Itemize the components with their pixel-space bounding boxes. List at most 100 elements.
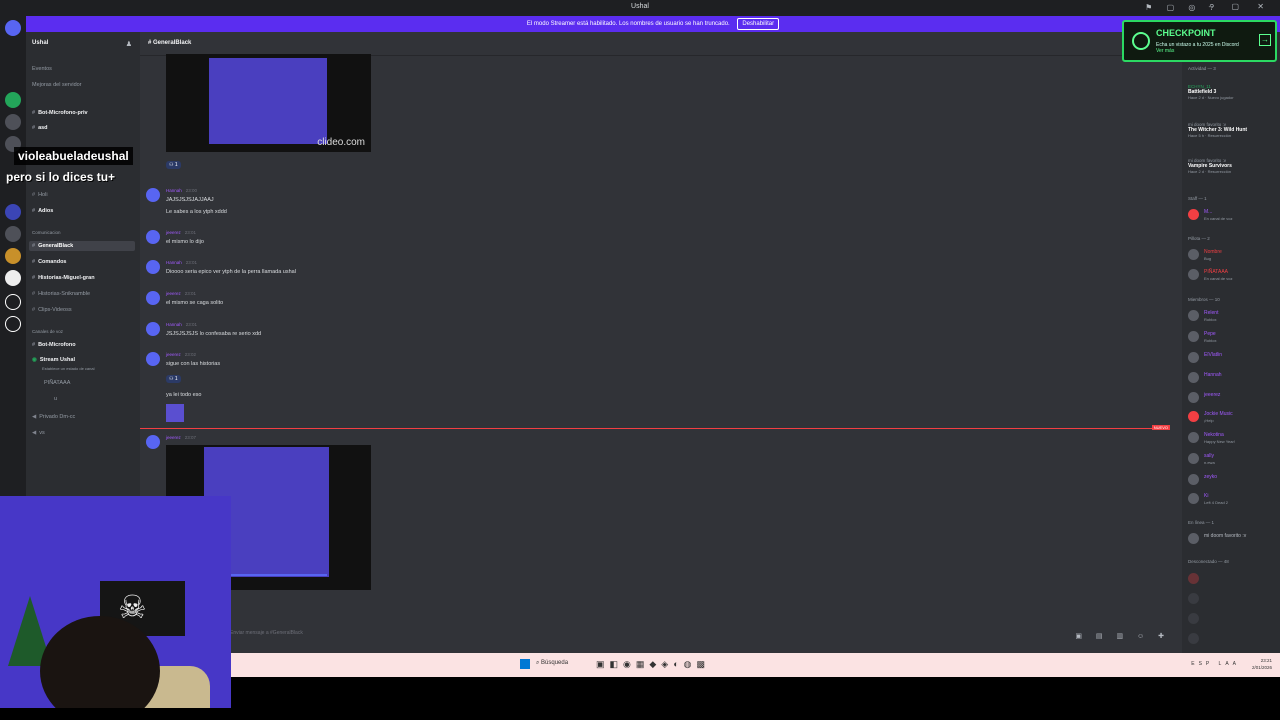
speaker-icon: ◉ xyxy=(32,357,37,363)
server-icon[interactable] xyxy=(5,92,21,108)
server-icon[interactable] xyxy=(5,114,21,130)
checkpoint-card[interactable]: CHECKPOINT Echa un vistazo a tu 2025 en … xyxy=(1122,20,1277,62)
channel-comandos[interactable]: # Comandos xyxy=(32,259,66,265)
member-row[interactable]: M... En canal de voz xyxy=(1188,208,1278,222)
channel-historias-miguel[interactable]: # Historias-Miguel-gran xyxy=(32,275,95,281)
reaction-badge[interactable]: ⚇ 1 xyxy=(166,375,181,383)
activity-card[interactable]: mi doom favorito :v The Witcher 3: Wild … xyxy=(1188,122,1278,138)
hash-icon: # xyxy=(32,125,36,131)
channel-clips[interactable]: # Clips-Videoss xyxy=(32,307,72,313)
channel-vs[interactable]: ◀ vs xyxy=(32,430,45,436)
channel-asd[interactable]: # asd xyxy=(32,125,48,131)
member-row[interactable] xyxy=(1188,632,1278,646)
home-icon[interactable] xyxy=(5,20,21,36)
hash-icon: # xyxy=(32,192,36,198)
avatar[interactable] xyxy=(146,435,160,449)
voice-user[interactable]: u xyxy=(54,396,57,402)
checkpoint-link[interactable]: Ver más xyxy=(1156,48,1174,54)
member-row[interactable]: Jockie Music ¡Help xyxy=(1188,410,1278,424)
disable-streamer-button[interactable]: Deshabilitar xyxy=(737,18,780,30)
server-name[interactable]: Ushal xyxy=(32,40,48,46)
member-row[interactable]: jeeerez xyxy=(1188,391,1278,405)
channel-label: Comandos xyxy=(38,259,67,265)
category-voice[interactable]: Canales de voz xyxy=(32,329,63,334)
member-row[interactable]: Relent Roblox xyxy=(1188,309,1278,323)
channel-label: Holi xyxy=(38,192,48,198)
video-attachment[interactable]: clideo.com xyxy=(166,54,371,152)
online-header: En línea — 1 xyxy=(1188,520,1215,525)
message-input[interactable]: Enviar mensaje a #GeneralBlack xyxy=(230,630,303,636)
pillota-header: Pillota — 2 xyxy=(1188,236,1210,241)
letterbox xyxy=(231,677,1280,720)
member-row[interactable]: PIÑATAAA En canal de voz xyxy=(1188,268,1278,282)
sidebar-item-events[interactable]: Eventos xyxy=(32,66,52,72)
member-row[interactable]: mi doom favorito :v xyxy=(1188,532,1278,546)
message-author[interactable]: jeeerez 23:07 xyxy=(166,435,196,440)
voice-bot-microfono[interactable]: # Bot-Microfono xyxy=(32,342,76,348)
composer-icons[interactable]: ▣ ▤ ▥ ☺ ✚ xyxy=(1075,632,1170,640)
avatar[interactable] xyxy=(146,291,160,305)
avatar[interactable] xyxy=(146,322,160,336)
message-author[interactable]: Hannah 23:01 xyxy=(166,260,197,265)
message-author[interactable]: jeeerez 23:01 xyxy=(166,230,196,235)
member-status: n.ewa xyxy=(1204,460,1215,465)
system-tray[interactable]: ESP LAA xyxy=(1191,661,1240,667)
member-row[interactable]: Pepe Roblox xyxy=(1188,330,1278,344)
taskbar: ⌕ Búsqueda ▣◧◉▦◆◈◐◍▩ ESP LAA 23:21 2/01/2… xyxy=(230,653,1280,677)
add-server-icon[interactable] xyxy=(5,294,21,310)
server-icon[interactable] xyxy=(5,204,21,220)
channel-privado[interactable]: ◀ Privado Dm-cc xyxy=(32,414,75,420)
member-row[interactable] xyxy=(1188,592,1278,606)
channel-bot-microfono-priv[interactable]: # Bot-Microfono-priv xyxy=(32,110,88,116)
discover-icon[interactable] xyxy=(5,316,21,332)
arrow-right-icon[interactable]: → xyxy=(1259,34,1271,46)
clock-date: 2/01/2026 xyxy=(1251,665,1272,670)
channel-title: # GeneralBlack xyxy=(148,40,192,46)
member-row[interactable]: zeyko xyxy=(1188,473,1278,487)
member-row[interactable]: Hannah xyxy=(1188,371,1278,385)
image-attachment[interactable] xyxy=(166,404,184,422)
message-author[interactable]: Hannah 23:00 xyxy=(166,188,197,193)
channel-label: GeneralBlack xyxy=(38,243,74,249)
taskbar-clock[interactable]: 23:21 2/01/2026 xyxy=(1252,657,1272,671)
taskbar-apps[interactable]: ▣◧◉▦◆◈◐◍▩ xyxy=(596,659,710,670)
timestamp: 23:01 xyxy=(184,291,197,296)
server-icon[interactable] xyxy=(5,270,21,286)
message-author[interactable]: jeeerez 23:01 xyxy=(166,291,196,296)
voice-status[interactable]: Establece un estado de canal xyxy=(42,366,94,371)
member-row[interactable] xyxy=(1188,612,1278,626)
member-row[interactable]: Nekotina Happy New Year! xyxy=(1188,431,1278,445)
message-author[interactable]: jeeerez 23:02 xyxy=(166,352,196,357)
channel-adios[interactable]: # Adios xyxy=(32,208,53,214)
server-icon[interactable] xyxy=(5,226,21,242)
avatar[interactable] xyxy=(146,260,160,274)
channel-historias-snik[interactable]: # Historias-Sniknamble xyxy=(32,291,90,297)
message-author[interactable]: Hannah 23:01 xyxy=(166,322,197,327)
category-comunicacion[interactable]: Comunicacion xyxy=(32,230,61,235)
activity-card[interactable]: mi doom favorito :v Vampire Survivors Ha… xyxy=(1188,158,1278,174)
voice-stream-ushal[interactable]: ◉ Stream Ushal xyxy=(32,357,75,363)
voice-user[interactable]: PIÑATAAA xyxy=(44,380,70,386)
member-row[interactable]: Nombre Bug xyxy=(1188,248,1278,262)
window-controls[interactable]: – ▢ ✕ xyxy=(1209,2,1272,11)
avatar xyxy=(1188,633,1199,644)
reaction-badge[interactable]: ⚇ 1 xyxy=(166,161,181,169)
member-row[interactable]: sally n.ewa xyxy=(1188,452,1278,466)
member-row[interactable]: ElVlatlin xyxy=(1188,351,1278,365)
channel-generalblack[interactable]: # GeneralBlack xyxy=(29,241,135,251)
avatar[interactable] xyxy=(146,188,160,202)
checkpoint-desc: Echa un vistazo a tu 2025 en Discord Ver … xyxy=(1156,42,1268,54)
sidebar-item-boosts[interactable]: Mejoras del servidor xyxy=(32,82,82,88)
activity-card[interactable]: ECHYN_11 Battlefield 3 Hace 2 d · Nuevo … xyxy=(1188,84,1278,100)
member-row[interactable] xyxy=(1188,572,1278,586)
channel-label: Bot-Microfono-priv xyxy=(38,110,88,116)
windows-start-icon[interactable] xyxy=(520,659,530,669)
taskbar-search[interactable]: ⌕ Búsqueda xyxy=(536,660,568,667)
channel-holi[interactable]: # Holi xyxy=(32,192,48,198)
member-row[interactable]: Ki Left 4 Dead 2 xyxy=(1188,492,1278,506)
video-frame xyxy=(209,58,327,144)
avatar[interactable] xyxy=(146,230,160,244)
avatar[interactable] xyxy=(146,352,160,366)
server-icon[interactable] xyxy=(5,248,21,264)
add-member-icon[interactable]: ♟ xyxy=(126,40,132,48)
